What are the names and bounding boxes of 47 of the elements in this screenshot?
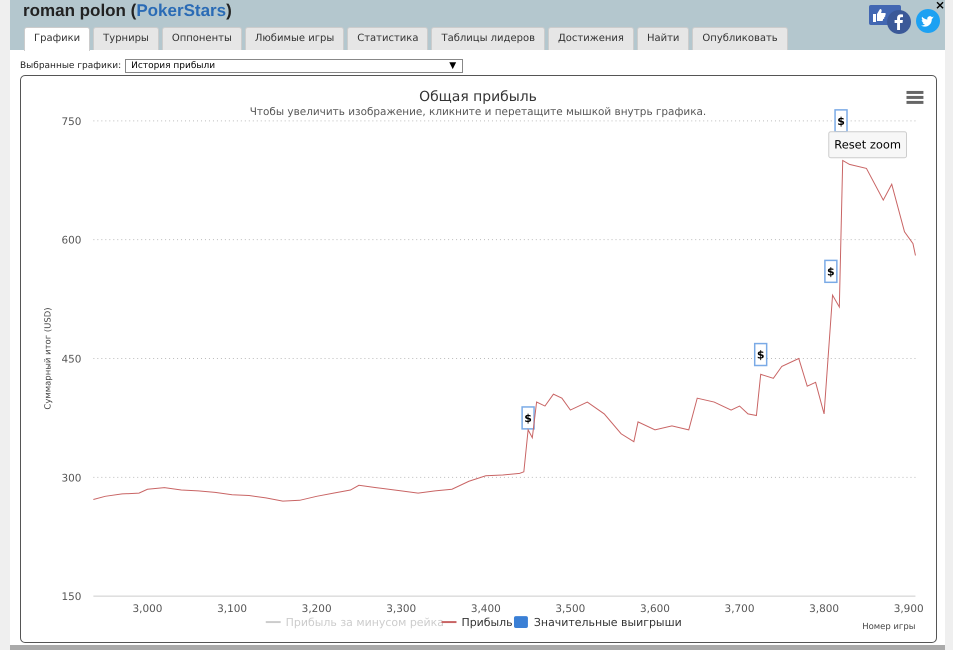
x-tick-label: 3,600: [640, 603, 670, 616]
tab[interactable]: Таблицы лидеров: [431, 27, 545, 50]
annotation: $: [524, 412, 532, 425]
menu-icon[interactable]: [906, 90, 924, 104]
chart-subtitle: Чтобы увеличить изображение, кликните и перетащите мышкой внутрь графика.: [250, 106, 706, 118]
close-icon[interactable]: ×: [934, 0, 945, 11]
x-tick-label: 3,700: [724, 603, 754, 616]
tab[interactable]: Опубликовать: [692, 27, 788, 50]
tab[interactable]: Любимые игры: [244, 27, 344, 50]
y-tick-label: 150: [61, 591, 82, 604]
x-tick-label: 3,300: [386, 603, 416, 616]
tab[interactable]: Найти: [636, 27, 690, 50]
win-flag[interactable]: $: [754, 342, 768, 366]
annotation: $: [827, 265, 835, 278]
tab[interactable]: Достижения: [548, 27, 634, 50]
win-flag[interactable]: $: [824, 260, 838, 284]
annotation: $: [837, 114, 845, 128]
win-flag[interactable]: $: [834, 109, 848, 133]
y-tick-label: 600: [61, 234, 82, 247]
tab[interactable]: Оппоненты: [162, 27, 242, 50]
legend-item[interactable]: Значительные выигрыши: [514, 616, 682, 630]
chart-select[interactable]: История прибыли ▼: [125, 59, 464, 73]
chart-title: Общая прибыль: [419, 88, 537, 105]
tab[interactable]: Статистика: [347, 27, 428, 50]
x-tick-label: 3,100: [217, 603, 248, 616]
y-tick-label: 750: [61, 116, 82, 128]
page-title: roman polon (PokerStars): [23, 1, 232, 22]
x-tick-label: 3,200: [302, 603, 332, 616]
select-label: Выбранные графики:: [20, 61, 122, 71]
win-flag[interactable]: $: [521, 406, 535, 430]
facebook-icon[interactable]: [887, 10, 911, 34]
x-axis-label: Номер игры: [862, 621, 916, 632]
y-tick-label: 450: [61, 354, 82, 366]
y-axis-label: Суммарный итог (USD): [42, 307, 52, 410]
y-tick-label: 300: [61, 472, 82, 484]
reset-zoom-button[interactable]: Reset zoom: [828, 131, 907, 158]
annotation: $: [756, 348, 764, 362]
tab[interactable]: Турниры: [93, 27, 159, 50]
x-tick-label: 3,800: [809, 603, 840, 616]
twitter-icon[interactable]: [916, 9, 940, 33]
x-tick-label: 3,500: [555, 603, 586, 616]
x-tick-label: 3,900: [894, 603, 924, 616]
tab[interactable]: Графики: [24, 27, 90, 51]
x-tick-label: 3,000: [132, 603, 162, 616]
x-tick-label: 3,400: [470, 603, 501, 616]
legend-label: Прибыль: [461, 616, 513, 630]
legend-item[interactable]: Прибыль: [442, 616, 513, 630]
